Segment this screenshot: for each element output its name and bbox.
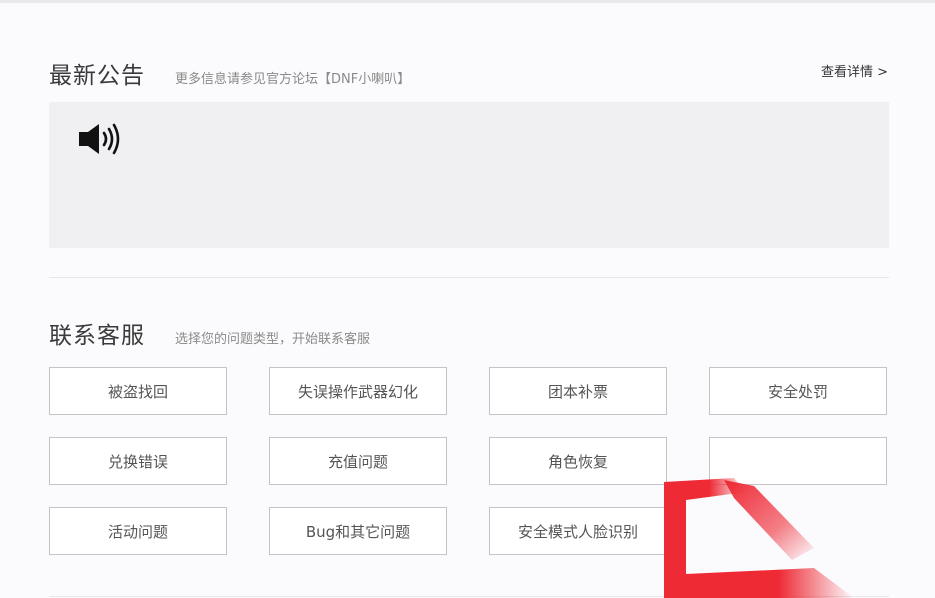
bottom-divider [49,596,889,597]
contact-subtitle: 选择您的问题类型，开始联系客服 [175,332,371,347]
view-details-link[interactable]: 查看详情 > [821,61,888,80]
top-rule [0,0,935,3]
service-button-bug-other[interactable]: Bug和其它问题 [269,507,447,555]
red-brush-mark [664,478,854,598]
announcement-subtitle: 更多信息请参见官方论坛【DNF小喇叭】 [175,72,411,87]
announcement-title: 最新公告 [49,63,145,89]
service-button-exchange-error[interactable]: 兑换错误 [49,437,227,485]
service-button-recharge-issue[interactable]: 充值问题 [269,437,447,485]
announcement-box [49,102,889,248]
section-divider [49,277,889,278]
service-button-account-theft[interactable]: 被盗找回 [49,367,227,415]
service-button-event-issue[interactable]: 活动问题 [49,507,227,555]
contact-title: 联系客服 [49,323,145,349]
service-button-security-penalty[interactable]: 安全处罚 [709,367,887,415]
page: 最新公告 更多信息请参见官方论坛【DNF小喇叭】 查看详情 > 联系客服 选择您… [0,0,935,598]
contact-header: 联系客服 选择您的问题类型，开始联系客服 [49,316,370,350]
speaker-icon [79,123,120,155]
announcement-header: 最新公告 更多信息请参见官方论坛【DNF小喇叭】 [49,56,410,90]
service-button-obscured[interactable] [709,437,887,485]
service-button-safe-mode-face-id[interactable]: 安全模式人脸识别 [489,507,667,555]
service-button-character-restore[interactable]: 角色恢复 [489,437,667,485]
service-button-weapon-transmog-mistake[interactable]: 失误操作武器幻化 [269,367,447,415]
service-button-raid-ticket-refill[interactable]: 团本补票 [489,367,667,415]
